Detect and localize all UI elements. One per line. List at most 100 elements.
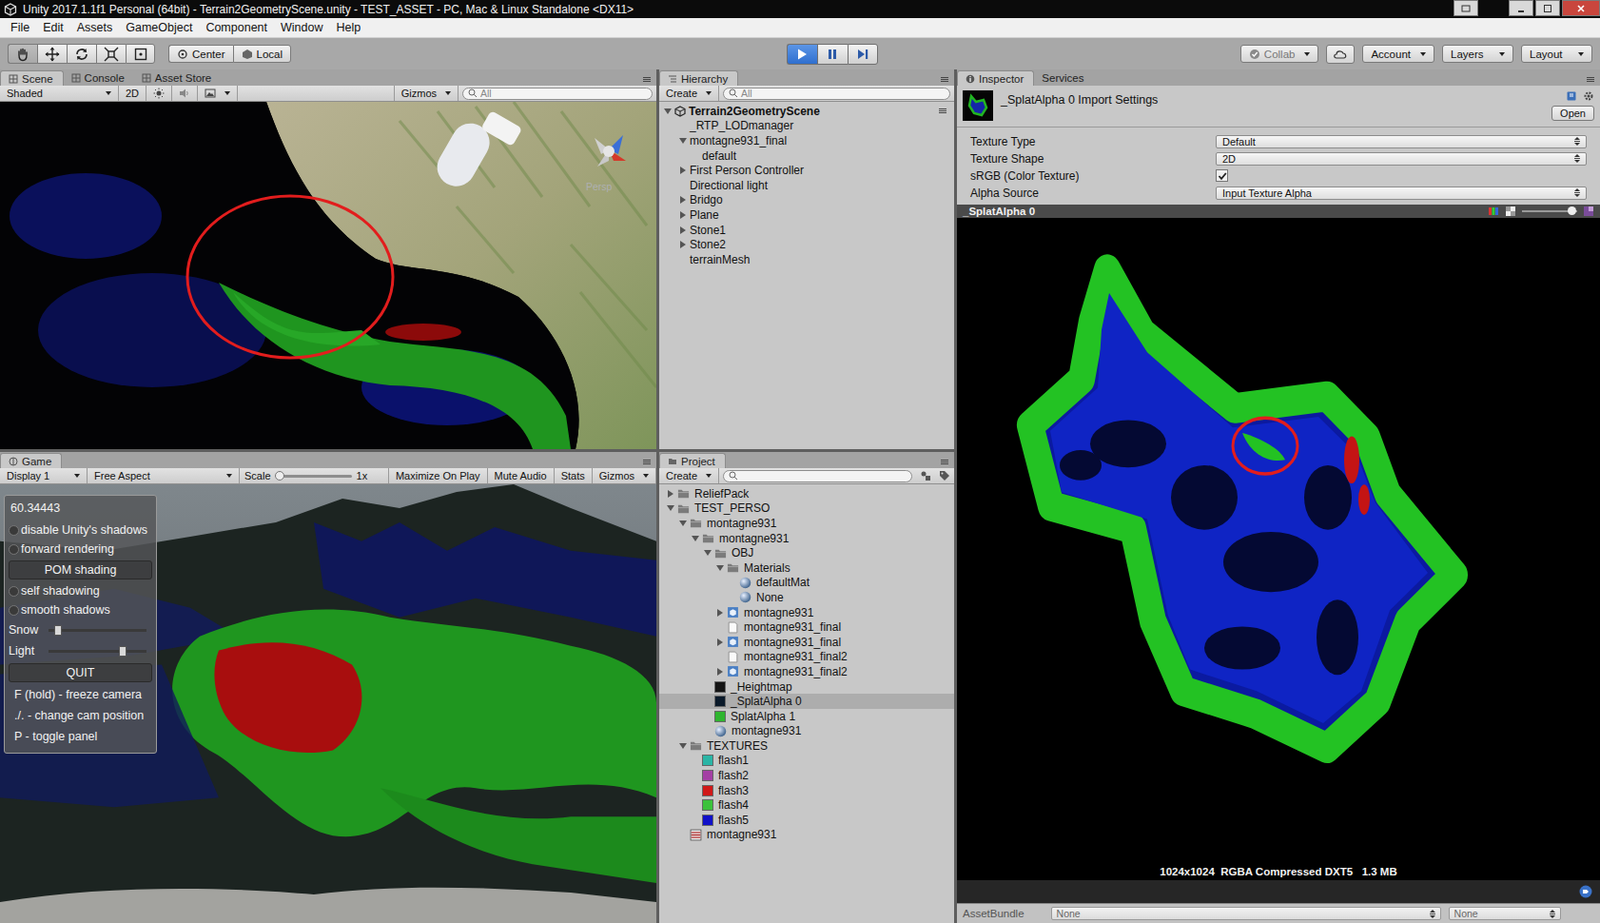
menu-item[interactable]: Window	[273, 20, 330, 35]
expand-icon[interactable]	[715, 607, 724, 617]
tab[interactable]: Asset Store	[134, 70, 221, 86]
expand-icon[interactable]	[715, 637, 724, 646]
expand-icon[interactable]	[678, 830, 687, 840]
toggle-box[interactable]	[8, 604, 20, 616]
overlay-toggle[interactable]: forward rendering	[8, 539, 153, 559]
slider-thumb[interactable]	[274, 470, 285, 481]
project-item[interactable]: TEST_PERSO	[659, 501, 955, 517]
slider-thumb[interactable]	[118, 645, 127, 657]
project-item[interactable]: _Heightmap	[659, 679, 955, 695]
menu-item[interactable]: Help	[329, 20, 368, 35]
project-item[interactable]: defaultMat	[659, 575, 955, 591]
overlay-toggle[interactable]: smooth shadows	[8, 600, 153, 620]
filter-label-button[interactable]	[935, 469, 955, 482]
mip-icon[interactable]	[1582, 205, 1595, 217]
tool-button[interactable]	[7, 43, 38, 64]
aspect-dropdown[interactable]: Free Aspect	[87, 468, 240, 484]
expand-icon[interactable]	[715, 623, 724, 632]
toggle-box[interactable]	[8, 544, 20, 555]
project-item[interactable]: montagne931	[659, 515, 955, 531]
rgb-channels-icon[interactable]	[1487, 205, 1500, 217]
2d-toggle[interactable]: 2D	[118, 85, 147, 101]
slider-thumb[interactable]	[54, 624, 62, 636]
restore-window-button[interactable]	[1453, 0, 1479, 17]
project-item[interactable]: flash3	[659, 782, 955, 799]
expand-icon[interactable]	[678, 121, 687, 131]
help-book-icon[interactable]	[1565, 90, 1578, 102]
expand-icon[interactable]	[727, 578, 737, 587]
project-item[interactable]: montagne931_final2	[659, 663, 955, 680]
menu-item[interactable]: GameObject	[118, 20, 199, 35]
scene-view[interactable]: Persp	[0, 101, 657, 449]
project-item[interactable]: montagne931_final	[659, 634, 955, 650]
expand-icon[interactable]	[678, 195, 687, 205]
project-item[interactable]: flash5	[659, 812, 955, 828]
tab[interactable]: Hierarchy	[659, 70, 739, 86]
minimize-button[interactable]	[1508, 0, 1534, 17]
menu-item[interactable]: Assets	[70, 20, 120, 35]
expand-icon[interactable]	[702, 726, 712, 736]
project-search[interactable]	[722, 469, 913, 483]
hierarchy-item[interactable]: default	[659, 148, 955, 164]
pivot-mode-button[interactable]: Center	[168, 44, 234, 63]
project-item[interactable]: SplatAlpha 1	[659, 708, 955, 724]
setting-checkbox[interactable]	[1215, 169, 1229, 182]
menu-item[interactable]: Edit	[36, 20, 71, 35]
hierarchy-item[interactable]: Stone1	[659, 222, 955, 238]
open-button[interactable]: Open	[1551, 105, 1595, 121]
project-item[interactable]: OBJ	[659, 545, 955, 561]
overlay-button[interactable]: QUIT	[8, 663, 153, 683]
expand-icon[interactable]	[702, 548, 712, 558]
maximize-button[interactable]	[1535, 0, 1561, 17]
expand-icon[interactable]	[678, 180, 687, 190]
lighting-toggle[interactable]	[146, 85, 173, 101]
shading-dropdown[interactable]: Shaded	[0, 85, 119, 101]
display-dropdown[interactable]: Display 1	[0, 468, 88, 484]
project-item[interactable]: montagne931	[659, 604, 955, 621]
play-control-button[interactable]	[847, 43, 879, 65]
expand-icon[interactable]	[702, 682, 712, 691]
panel-menu-icon[interactable]	[637, 459, 657, 469]
toggle-box[interactable]	[8, 585, 20, 597]
expand-icon[interactable]	[678, 741, 687, 750]
expand-icon[interactable]	[678, 166, 687, 176]
slider-track[interactable]	[48, 628, 147, 632]
expand-icon[interactable]	[678, 225, 687, 235]
expand-icon[interactable]	[715, 563, 724, 572]
create-dropdown[interactable]: Create	[659, 468, 720, 484]
effects-toggle[interactable]	[197, 85, 238, 101]
gizmos-dropdown[interactable]: Gizmos	[393, 85, 459, 101]
pivot-rotation-button[interactable]: Local	[233, 44, 293, 63]
expand-icon[interactable]	[690, 771, 700, 781]
collab-button[interactable]: Collab	[1240, 44, 1320, 63]
expand-icon[interactable]	[727, 592, 737, 602]
tool-button[interactable]	[37, 43, 67, 64]
tool-button[interactable]	[96, 43, 126, 64]
hierarchy-item[interactable]: Plane	[659, 207, 955, 223]
scale-slider[interactable]	[275, 474, 352, 478]
tab[interactable]: Scene	[0, 70, 64, 86]
expand-icon[interactable]	[690, 785, 700, 795]
gear-icon[interactable]	[1582, 90, 1595, 102]
account-dropdown[interactable]: Account	[1362, 44, 1435, 63]
expand-icon[interactable]	[690, 815, 700, 824]
game-toggle-button[interactable]: Maximize On Play	[388, 468, 488, 484]
tool-button[interactable]	[125, 43, 156, 64]
layers-dropdown[interactable]: Layers	[1442, 44, 1514, 63]
hierarchy-item[interactable]: Directional light	[659, 177, 955, 194]
scene-search[interactable]: All	[462, 87, 653, 100]
toggle-box[interactable]	[8, 525, 20, 536]
tab[interactable]: Game	[0, 452, 62, 469]
slider-track[interactable]	[48, 649, 147, 653]
cloud-button[interactable]	[1326, 44, 1355, 64]
hierarchy-item[interactable]: Stone2	[659, 236, 955, 253]
project-item[interactable]: ReliefPack	[659, 486, 955, 502]
scene-gizmo[interactable]	[594, 135, 626, 167]
overlay-toggle[interactable]: disable Unity's shadows	[8, 520, 153, 540]
label-tag-icon[interactable]	[1579, 884, 1593, 898]
filter-type-button[interactable]	[916, 469, 936, 482]
assetbundle-dropdown[interactable]: None	[1448, 906, 1561, 920]
menu-item[interactable]: File	[3, 20, 37, 35]
hierarchy-item[interactable]: Bridgo	[659, 193, 955, 209]
hierarchy-search[interactable]: All	[722, 87, 951, 100]
